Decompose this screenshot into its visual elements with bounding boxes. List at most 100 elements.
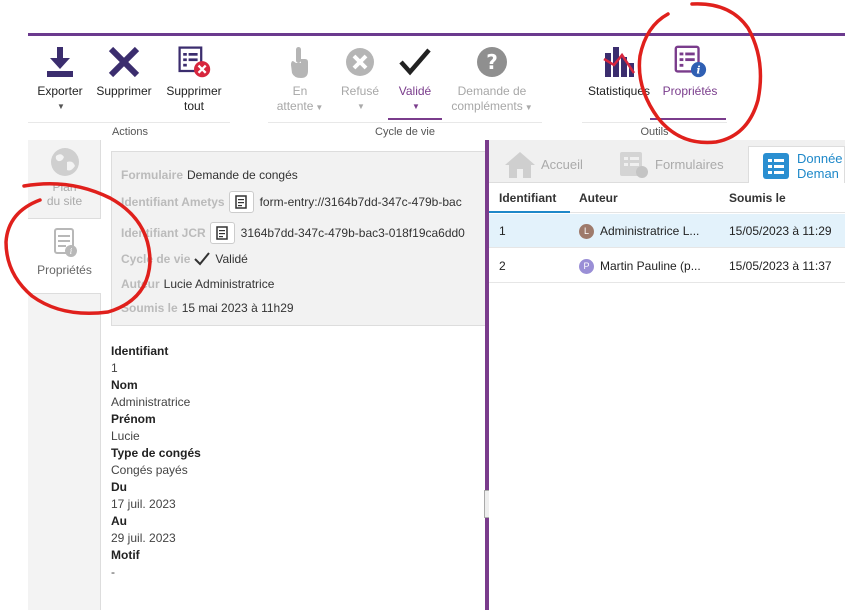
column-header-submitted[interactable]: Soumis le (729, 183, 786, 213)
tab-properties[interactable]: i Propriétés (28, 218, 101, 294)
globe-icon (28, 146, 101, 178)
pending-label-2: attente (276, 99, 314, 113)
left-vertical-tabs: Plan du site i Propriétés (28, 140, 101, 610)
validated-label: Validé (398, 84, 432, 98)
prop-ametys-id-label: Identifiant Ametys (121, 195, 225, 209)
group-lifecycle-label: Cycle de vie (375, 126, 435, 138)
table-row[interactable]: 2 P Martin Pauline (p... 15/05/2023 à 11… (489, 249, 845, 283)
copy-icon (235, 195, 247, 209)
properties-button[interactable]: i Propriétés (656, 44, 724, 99)
chevron-down-icon: ▼ (357, 102, 365, 111)
export-button[interactable]: Exporter ▼ (32, 44, 88, 114)
statistics-button[interactable]: Statistiques (585, 44, 653, 99)
tab-site-map-label-2: du site (46, 194, 83, 208)
delete-all-label-1: Supprimer (166, 84, 222, 98)
delete-all-label-2: tout (183, 99, 204, 113)
tab-form-data[interactable]: Donnée Deman (748, 146, 845, 184)
refused-button[interactable]: Refusé ▼ (332, 44, 388, 114)
field-value: - (111, 565, 115, 579)
properties-panel: Formulaire Demande de congés Identifiant… (101, 140, 485, 610)
chevron-down-icon: ▼ (524, 103, 533, 112)
prop-row-form: Formulaire Demande de congés (121, 168, 298, 182)
prop-author-value: Lucie Administratrice (163, 277, 275, 291)
copy-jcr-id-button[interactable] (209, 222, 235, 244)
prop-author-label: Auteur (121, 277, 160, 291)
field-value: Administratrice (111, 395, 191, 409)
properties-underline (650, 118, 726, 120)
request-complements-button[interactable]: ? Demande de compléments ▼ (446, 44, 538, 115)
cell-submitted: 15/05/2023 à 11:37 (729, 259, 832, 273)
table-row[interactable]: 1 L Administratrice L... 15/05/2023 à 11… (489, 214, 845, 248)
checkmark-icon (397, 44, 433, 80)
question-mark-icon: ? (474, 44, 510, 80)
prop-row-ametys-id: Identifiant Ametys form-entry://3164b7dd… (121, 191, 462, 213)
field-value: Lucie (111, 429, 140, 443)
copy-icon (216, 226, 228, 240)
request-complements-label-2: compléments (451, 99, 523, 113)
tab-forms[interactable]: Formulaires (617, 146, 741, 183)
cell-id: 2 (499, 259, 506, 273)
cell-author: P Martin Pauline (p... (579, 249, 701, 283)
svg-text:i: i (697, 64, 701, 76)
prop-submitted-value: 15 mai 2023 à 11h29 (181, 301, 294, 315)
group-tools-label: Outils (640, 126, 669, 138)
avatar: L (579, 223, 594, 239)
field-value: 17 juil. 2023 (111, 497, 176, 511)
delete-button[interactable]: Supprimer (92, 44, 156, 99)
properties-label: Propriétés (662, 84, 718, 98)
prop-row-jcr-id: Identifiant JCR 3164b7dd-347c-479b-bac3-… (121, 222, 465, 244)
checkmark-icon (194, 252, 211, 266)
field-label: Nom (111, 378, 138, 392)
field-value: 29 juil. 2023 (111, 531, 176, 545)
entries-panel: Accueil Formulaires Donnée Deman Identif… (489, 140, 845, 610)
field-label: Prénom (111, 412, 156, 426)
group-separator (268, 122, 542, 123)
entry-fields-list: Identifiant 1 Nom Administratrice Prénom… (111, 343, 481, 581)
tab-home[interactable]: Accueil (503, 146, 613, 183)
delete-label: Supprimer (96, 84, 152, 98)
field-label: Motif (111, 548, 140, 562)
ribbon-toolbar: Exporter ▼ Supprimer Supprimer tout Acti… (28, 33, 845, 140)
properties-summary-box: Formulaire Demande de congés Identifiant… (111, 151, 485, 326)
pending-button[interactable]: En attente ▼ (272, 44, 328, 115)
refused-label: Refusé (340, 84, 380, 98)
prop-form-label: Formulaire (121, 168, 184, 182)
chevron-down-icon: ▼ (57, 102, 65, 111)
close-x-icon (106, 44, 142, 80)
tab-form-data-label-2: Deman (797, 165, 839, 181)
delete-form-icon (176, 44, 212, 80)
cell-id: 1 (499, 224, 506, 238)
tab-site-map[interactable]: Plan du site (28, 146, 101, 216)
table-header: Identifiant Auteur Soumis le (489, 183, 845, 213)
validated-button[interactable]: Validé ▼ (386, 44, 444, 114)
statistics-label: Statistiques (587, 84, 651, 98)
prop-ametys-id-value: form-entry://3164b7dd-347c-479b-bac (259, 195, 462, 209)
chevron-down-icon: ▼ (315, 103, 324, 112)
field-value: 1 (111, 361, 118, 375)
forms-icon (620, 151, 648, 178)
prop-jcr-id-label: Identifiant JCR (121, 226, 206, 240)
prop-form-value: Demande de congés (187, 168, 298, 182)
cell-author-name: Martin Pauline (p... (600, 259, 701, 273)
pending-label-1: En (292, 84, 308, 98)
statistics-chart-icon (601, 44, 637, 80)
prop-lifecycle-value: Validé (215, 252, 248, 266)
svg-text:?: ? (486, 50, 498, 74)
cell-author-name: Administratrice L... (600, 224, 700, 238)
tool-tab-bar: Accueil Formulaires Donnée Deman (489, 140, 845, 184)
tab-site-map-label-1: Plan (52, 180, 77, 194)
export-label: Exporter (37, 84, 83, 98)
cell-submitted: 15/05/2023 à 11:29 (729, 224, 832, 238)
validated-underline (388, 118, 442, 120)
column-header-id[interactable]: Identifiant (489, 183, 570, 213)
request-complements-label-1: Demande de (457, 84, 527, 98)
home-icon (505, 151, 535, 178)
hand-pointer-icon (282, 44, 318, 80)
field-label: Identifiant (111, 344, 169, 358)
prop-submitted-label: Soumis le (121, 301, 178, 315)
tab-properties-label: Propriétés (37, 263, 92, 277)
copy-ametys-id-button[interactable] (228, 191, 254, 213)
column-header-author[interactable]: Auteur (579, 183, 618, 213)
delete-all-button[interactable]: Supprimer tout (162, 44, 226, 114)
field-label: Type de congés (111, 446, 201, 460)
